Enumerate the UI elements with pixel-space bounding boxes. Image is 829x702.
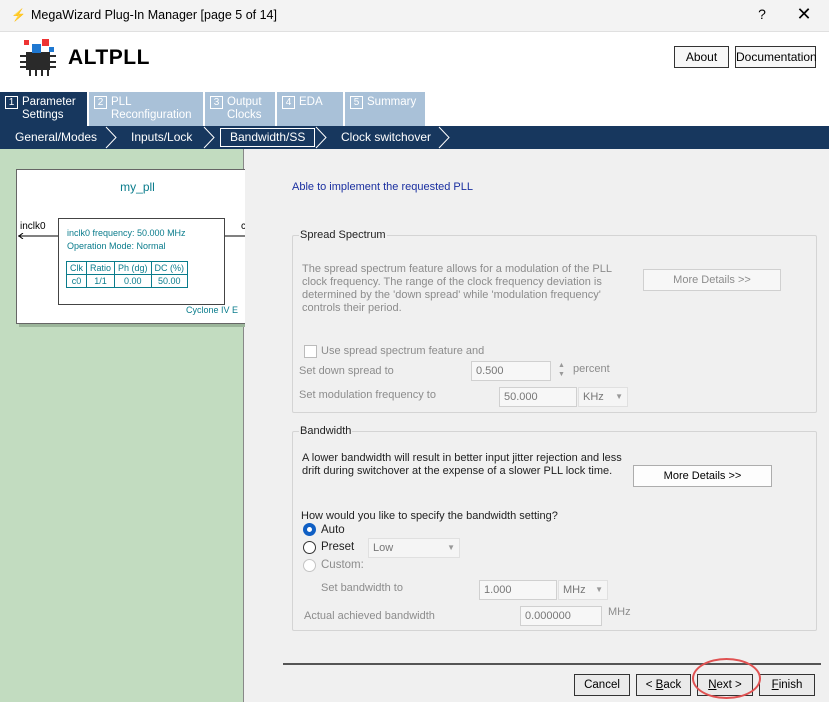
set-bandwidth-label: Set bandwidth to — [321, 582, 403, 594]
header: ALTPLL About Documentation — [0, 32, 829, 90]
chevron-right-icon — [203, 126, 215, 149]
back-button[interactable]: < Back — [636, 674, 691, 696]
bandwidth-description: A lower bandwidth will result in better … — [302, 452, 622, 477]
preset-radio[interactable] — [303, 541, 316, 554]
bandwidth-more-details-button[interactable]: More Details >> — [633, 465, 772, 487]
chevron-right-icon — [105, 126, 117, 149]
subtab-bandwidth-ss[interactable]: Bandwidth/SS — [220, 128, 316, 147]
window-title: MegaWizard Plug-In Manager [page 5 of 14… — [31, 8, 277, 22]
highlight-circle — [692, 658, 761, 699]
cancel-button[interactable]: Cancel — [574, 674, 630, 696]
freq-info: inclk0 frequency: 50.000 MHz — [67, 228, 186, 238]
actual-bandwidth-unit: MHz — [608, 606, 631, 618]
subtab-clock-switchover[interactable]: Clock switchover — [341, 130, 431, 144]
spread-spectrum-title: Spread Spectrum — [299, 229, 387, 241]
finish-button[interactable]: Finish — [759, 674, 815, 696]
down-spread-spinner[interactable]: ▲ ▼ — [557, 361, 566, 381]
documentation-button[interactable]: Documentation — [735, 46, 817, 68]
clock-table: Clk Ratio Ph (dg) DC (%) c0 1/1 0.00 50.… — [66, 261, 189, 288]
actual-bandwidth-label: Actual achieved bandwidth — [304, 610, 435, 622]
bandwidth-unit-select[interactable]: MHz ▼ — [558, 580, 608, 600]
input-pin-label: inclk0 — [20, 221, 46, 232]
chevron-right-icon — [438, 126, 450, 149]
main-tabs: 1 Parameter Settings 2 PLL Reconfiguration… — [0, 90, 829, 126]
chevron-right-icon — [315, 126, 327, 149]
down-spread-label: Set down spread to — [299, 365, 394, 377]
about-button[interactable]: About — [674, 46, 729, 68]
auto-radio[interactable] — [303, 523, 316, 536]
spread-more-details-button[interactable]: More Details >> — [643, 269, 781, 291]
input-arrow-icon — [18, 233, 58, 239]
preset-select[interactable]: Low ▼ — [368, 538, 460, 558]
pll-block-diagram: my_pll inclk0 c0 inclk0 frequency: 50.00… — [16, 169, 259, 324]
preset-label: Preset — [321, 541, 355, 553]
chip-logo-icon — [20, 39, 56, 76]
pll-inner-block: inclk0 frequency: 50.000 MHz Operation M… — [58, 218, 225, 305]
tab-pll-reconfiguration[interactable]: 2 PLL Reconfiguration — [89, 92, 203, 126]
tab-parameter-settings[interactable]: 1 Parameter Settings — [0, 92, 87, 126]
table-cell: 50.00 — [150, 274, 189, 288]
table-cell: 1/1 — [85, 274, 116, 288]
subtab-inputs-lock[interactable]: Inputs/Lock — [131, 130, 192, 144]
pll-name: my_pll — [120, 180, 155, 194]
close-button[interactable]: ✕ — [792, 4, 816, 25]
tab-summary[interactable]: 5 Summary — [345, 92, 425, 126]
bandwidth-title: Bandwidth — [299, 425, 353, 437]
use-spread-spectrum-label: Use spread spectrum feature and — [321, 345, 485, 357]
use-spread-spectrum-checkbox[interactable] — [304, 345, 317, 358]
table-cell: c0 — [66, 274, 87, 288]
custom-radio[interactable] — [303, 559, 316, 572]
actual-bandwidth-value: 0.000000 — [520, 606, 602, 626]
sub-tabs: General/Modes Inputs/Lock Bandwidth/SS C… — [0, 126, 829, 149]
down-spread-unit: percent — [573, 363, 610, 375]
table-header: DC (%) — [150, 261, 189, 275]
wand-icon: ⚡ — [11, 8, 26, 22]
tab-eda[interactable]: 4 EDA — [277, 92, 343, 126]
spread-spectrum-description: The spread spectrum feature allows for a… — [302, 263, 613, 314]
brand-title: ALTPLL — [68, 46, 150, 69]
mod-freq-unit-select[interactable]: KHz ▼ — [578, 387, 628, 407]
custom-label: Custom: — [321, 559, 364, 571]
status-message: Able to implement the requested PLL — [292, 181, 474, 193]
table-cell: 0.00 — [114, 274, 152, 288]
help-button[interactable]: ? — [752, 6, 772, 22]
dropdown-arrow-icon: ▼ — [595, 585, 603, 594]
table-header: Ph (dg) — [114, 261, 152, 275]
mode-info: Operation Mode: Normal — [67, 241, 166, 251]
mod-freq-label: Set modulation frequency to — [299, 389, 436, 401]
dropdown-arrow-icon: ▼ — [615, 392, 623, 401]
set-bandwidth-input[interactable]: 1.000 — [479, 580, 557, 600]
device-label: Cyclone IV E — [185, 305, 238, 315]
down-spread-input[interactable]: 0.500 — [471, 361, 551, 381]
mod-freq-input[interactable]: 50.000 — [499, 387, 577, 407]
dropdown-arrow-icon: ▼ — [447, 543, 455, 552]
subtab-general-modes[interactable]: General/Modes — [15, 130, 97, 144]
bandwidth-question: How would you like to specify the bandwi… — [301, 510, 558, 522]
table-header: Ratio — [85, 261, 116, 275]
auto-label: Auto — [321, 524, 345, 536]
title-bar: ⚡ MegaWizard Plug-In Manager [page 5 of … — [0, 0, 829, 32]
tab-output-clocks[interactable]: 3 Output Clocks — [205, 92, 275, 126]
table-header: Clk — [66, 261, 87, 275]
